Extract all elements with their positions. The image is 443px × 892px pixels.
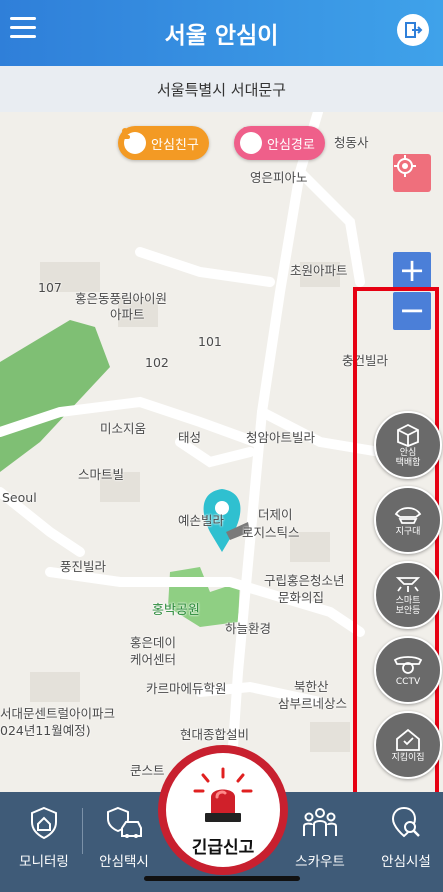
district-label: 서울특별시 서대문구 [157, 81, 286, 99]
emergency-label: 긴급신고 [191, 838, 255, 858]
map-label-taeseong: 태성 [178, 430, 202, 445]
map-label-church: 청동사 [334, 135, 369, 150]
facility-cctv-label: CCTV [395, 676, 421, 687]
map-label-hyundai: 현대종합설비 [180, 727, 250, 742]
map-label-heungeun-care2: 케어센터 [130, 652, 177, 667]
tab-monitoring-label: 모니터링 [19, 854, 69, 870]
cctv-icon [393, 655, 423, 674]
police-cap-icon [394, 506, 422, 524]
map-label-num107: 107 [38, 280, 62, 295]
map-label-cheongam: 청암아트빌라 [246, 430, 316, 445]
scout-icon [302, 806, 338, 844]
emergency-inner: 긴급신고 [166, 753, 280, 867]
facility-streetlight-label: 스마트 보안등 [395, 595, 421, 616]
map-label-dejay: 더제이 [258, 507, 293, 522]
tab-safe-taxi-label: 안심택시 [99, 854, 149, 870]
parcel-box-icon [397, 423, 419, 447]
map-label-seoul: Seoul [2, 490, 37, 505]
tab-safe-facility[interactable]: 안심시설 [369, 792, 443, 892]
map-label-sky: 하늘환경 [225, 621, 272, 636]
zoom-in-button[interactable]: + [393, 252, 431, 290]
tab-safe-facility-label: 안심시설 [381, 854, 431, 870]
map-label-punggin: 풍진빌라 [60, 559, 107, 574]
logout-icon[interactable] [397, 14, 429, 46]
facility-police[interactable]: 지구대 [374, 486, 442, 554]
map-label-apt: 아파트 [110, 307, 145, 322]
facility-search-icon [390, 806, 422, 844]
map-label-yeson: 예손빌라 [178, 513, 225, 528]
map-label-num102: 102 [145, 355, 169, 370]
app-header: 서울 안심이 [0, 0, 443, 66]
monitoring-icon [29, 806, 59, 844]
facility-parcel-box[interactable]: 안심 택배함 [374, 411, 442, 479]
facility-police-label: 지구대 [395, 526, 421, 537]
map-label-num101: 101 [198, 334, 222, 349]
facility-cctv[interactable]: CCTV [374, 636, 442, 704]
siren-icon [193, 767, 253, 822]
facility-guard-house[interactable]: 지킴이집 [374, 711, 442, 779]
map-label-bukhansan2: 삼부르네상스 [278, 696, 348, 711]
facility-streetlight[interactable]: 스마트 보안등 [374, 561, 442, 629]
streetlight-icon [395, 576, 421, 592]
safe-route-label: 안심경로 [267, 137, 315, 153]
location-bar: 서울특별시 서대문구 [0, 66, 443, 113]
map-label-park: 홍박공원 [152, 603, 200, 618]
guard-house-icon [396, 728, 420, 751]
map-label-smartville: 스마트빌 [78, 467, 125, 482]
app-title: 서울 안심이 [164, 23, 279, 49]
safe-friend-label: 안심친구 [151, 137, 199, 153]
taxi-icon [106, 806, 142, 844]
facility-parcel-label: 안심 택배함 [395, 447, 421, 468]
map-label-center2: 024년11월예정) [0, 723, 91, 738]
map-label-karma: 카르마에듀학원 [146, 681, 227, 696]
map-label-chowon: 초원아파트 [290, 263, 348, 278]
map-label-logistics: 로지스틱스 [242, 525, 300, 540]
route-icon [236, 127, 262, 154]
map-label-piano: 영은피아노 [250, 170, 308, 185]
home-indicator [144, 876, 300, 881]
locate-me-icon[interactable] [393, 154, 431, 192]
tab-monitoring[interactable]: 모니터링 [0, 792, 88, 892]
map-label-kunst: 쿤스트 [130, 763, 165, 778]
map-label-misojium: 미소지움 [100, 421, 147, 436]
facility-guard-label: 지킴이집 [391, 752, 425, 763]
safe-friend-button[interactable]: 안심친구 [118, 126, 209, 160]
friend-icon [120, 128, 146, 154]
tab-scout-label: 스카우트 [295, 854, 345, 870]
map-label-youth2: 문화의집 [278, 590, 325, 605]
emergency-report-button[interactable]: 긴급신고 [158, 745, 288, 875]
safe-route-button[interactable]: 안심경로 [234, 126, 325, 160]
